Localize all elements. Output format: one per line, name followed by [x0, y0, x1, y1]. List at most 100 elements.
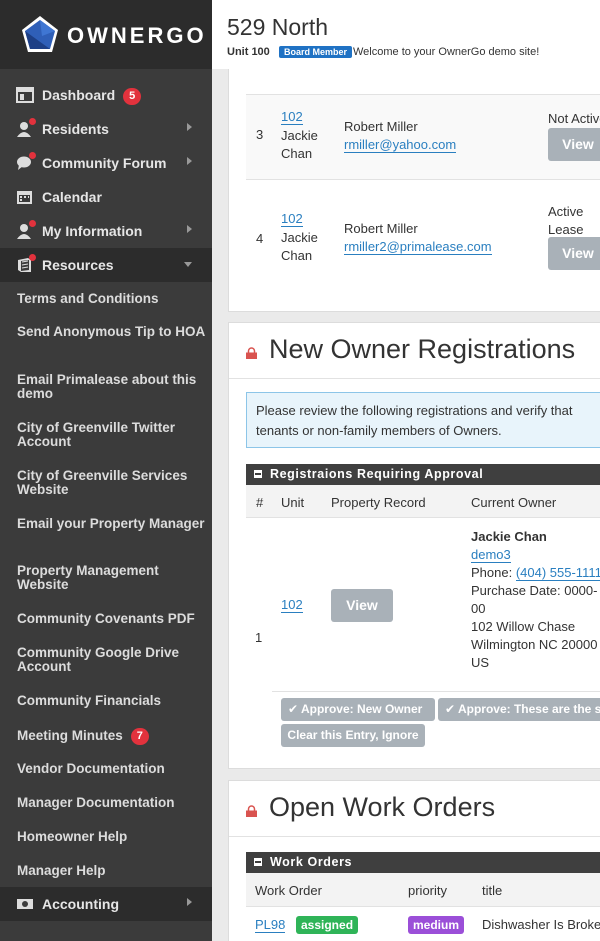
alert-dot: [29, 220, 36, 227]
priority-badge: medium: [408, 916, 465, 934]
view-button[interactable]: View: [548, 237, 600, 270]
notification-badge: 7: [130, 728, 149, 745]
lease-status-line2: Lease: [548, 222, 584, 237]
resource-label: Meeting Minutes: [17, 728, 123, 743]
registrations-bar[interactable]: Registraions Requiring Approval: [246, 464, 600, 485]
table-row: PL98 assigned medium Dishwasher Is Broke: [246, 908, 600, 941]
collapse-icon[interactable]: [254, 858, 262, 866]
resource-link-meeting-minutes[interactable]: Meeting Minutes 7: [17, 728, 207, 745]
status-badge: assigned: [296, 916, 359, 934]
unit-link[interactable]: 102: [281, 597, 303, 613]
logo-text: OWNERGO: [67, 23, 207, 48]
address-line: Wilmington NC 20000: [471, 637, 598, 652]
info-notice: Please review the following registration…: [246, 392, 600, 448]
table-row: 1 102 View Jackie Chan demo3 Phone: (404…: [246, 519, 600, 691]
table-header: # Unit Property Record Current Owner: [246, 485, 600, 518]
check-icon: ✔: [445, 702, 456, 716]
resource-link[interactable]: Manager Help: [17, 864, 207, 878]
sidebar-item-label: Dashboard: [42, 87, 116, 103]
work-orders-bar[interactable]: Work Orders: [246, 852, 600, 873]
row-number: 1: [255, 630, 263, 645]
resource-link[interactable]: City of Greenville Twitter Account: [17, 421, 207, 449]
unit-link[interactable]: 102: [281, 211, 303, 227]
column-header: Property Record: [331, 495, 426, 510]
tenant-first-name: Jackie: [281, 128, 318, 143]
resource-link[interactable]: Vendor Documentation: [17, 762, 207, 776]
approve-new-owner-button[interactable]: ✔ Approve: New Owner: [281, 698, 435, 721]
owner-user-link[interactable]: demo3: [471, 547, 511, 563]
row-number: 4: [256, 231, 264, 246]
page-title: 529 North: [227, 14, 329, 40]
column-header: #: [256, 495, 264, 510]
resource-link[interactable]: Manager Documentation: [17, 796, 207, 810]
table-row: 3 102 Jackie Chan Robert Miller rmiller@…: [246, 95, 600, 179]
view-button[interactable]: View: [548, 128, 600, 161]
lock-icon: [246, 347, 257, 359]
purchase-date-cont: 00: [471, 601, 486, 616]
sidebar-item-resources[interactable]: Resources: [0, 248, 212, 282]
owner-email-link[interactable]: rmiller2@primalease.com: [344, 239, 492, 255]
logo-icon: [22, 16, 58, 52]
bar-title: Registraions Requiring Approval: [270, 467, 484, 481]
resource-link[interactable]: Email your Property Manager: [17, 517, 207, 531]
role-badge: Board Member: [279, 46, 353, 58]
column-header: title: [482, 883, 503, 898]
sidebar-item-label: My Information: [42, 223, 143, 239]
sidebar-item-residents[interactable]: Residents: [0, 112, 212, 146]
notice-text: tenants or non-family members of Owners.: [256, 423, 502, 438]
resource-link[interactable]: Community Financials: [17, 694, 207, 708]
sidebar-item-my-information[interactable]: My Information: [0, 214, 212, 248]
column-header: priority: [408, 883, 448, 898]
phone-link[interactable]: (404) 555-1111: [515, 565, 600, 581]
resources-submenu: Terms and Conditions Send Anonymous Tip …: [0, 282, 212, 887]
owner-email-link[interactable]: rmiller@yahoo.com: [344, 137, 457, 153]
column-header: Work Order: [255, 883, 322, 898]
logo[interactable]: OWNERGO: [0, 0, 212, 69]
registrations-card: New Owner Registrations Please review th…: [228, 322, 600, 769]
work-order-title: Dishwasher Is Broke: [482, 917, 600, 932]
check-icon: ✔: [288, 702, 299, 716]
section-title: Open Work Orders: [269, 792, 496, 822]
column-header: Current Owner: [471, 495, 557, 510]
purchase-date: Purchase Date: 0000-: [471, 583, 598, 598]
welcome-text: Welcome to your OwnerGo demo site!: [353, 46, 540, 58]
tenant-first-name: Jackie: [281, 230, 318, 245]
chevron-right-icon: [187, 225, 192, 233]
sidebar-item-dashboard[interactable]: Dashboard 5: [0, 78, 212, 112]
sidebar-item-accounting[interactable]: Accounting: [0, 887, 212, 921]
phone-label: Phone:: [471, 565, 513, 580]
money-icon: [16, 896, 34, 912]
unit-label: Unit 100: [227, 46, 270, 58]
tenant-last-name: Chan: [281, 146, 313, 161]
sidebar-item-label: Residents: [42, 121, 109, 137]
sidebar-item-calendar[interactable]: Calendar: [0, 180, 212, 214]
alert-dot: [29, 118, 36, 125]
collapse-icon[interactable]: [254, 470, 262, 478]
work-order-link[interactable]: PL98: [255, 917, 286, 933]
resource-link[interactable]: Homeowner Help: [17, 830, 207, 844]
resource-link[interactable]: Community Google Drive Account: [17, 646, 207, 674]
address-line: US: [471, 655, 490, 670]
owner-name: Robert Miller: [344, 221, 418, 236]
approve-other-button[interactable]: ✔ Approve: These are the s: [438, 698, 600, 721]
chevron-right-icon: [187, 123, 192, 131]
resource-link[interactable]: Terms and Conditions: [17, 292, 207, 306]
sidebar-item-community-forum[interactable]: Community Forum: [0, 146, 212, 180]
sidebar-item-label: Accounting: [42, 896, 119, 912]
resource-link[interactable]: Send Anonymous Tip to HOA: [17, 325, 207, 339]
sidebar-item-label: Calendar: [42, 189, 102, 205]
resource-link[interactable]: Community Covenants PDF: [17, 612, 207, 626]
sidebar-item-label: Community Forum: [42, 155, 167, 171]
row-number: 3: [256, 127, 264, 142]
alert-dot: [29, 254, 36, 261]
resource-link[interactable]: City of Greenville Services Website: [17, 469, 207, 497]
clear-entry-button[interactable]: Clear this Entry, Ignore: [281, 724, 425, 747]
lease-status: Active: [548, 204, 584, 219]
lock-icon: [246, 805, 257, 817]
section-title: New Owner Registrations: [269, 334, 576, 364]
resource-link[interactable]: Email Primalease about this demo: [17, 373, 207, 401]
unit-link[interactable]: 102: [281, 109, 303, 125]
resource-link[interactable]: Property Management Website: [17, 564, 207, 592]
lease-status: Not Active: [548, 111, 600, 126]
view-property-button[interactable]: View: [331, 589, 393, 622]
